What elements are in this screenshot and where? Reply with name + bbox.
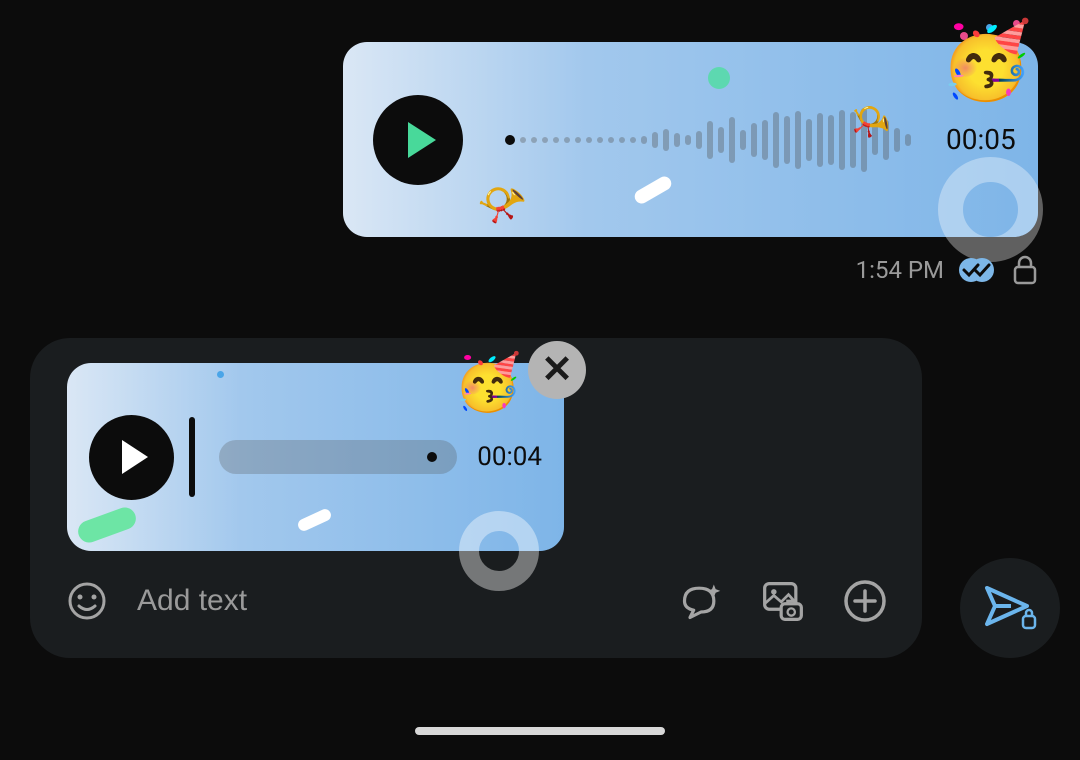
decoration-ring — [938, 157, 1043, 262]
emoji-picker-button[interactable] — [65, 579, 109, 623]
magic-reply-icon — [679, 579, 723, 623]
home-indicator[interactable] — [415, 727, 665, 735]
message-timestamp: 1:54 PM — [856, 256, 944, 284]
play-icon — [122, 440, 148, 474]
close-icon: ✕ — [541, 351, 573, 389]
lock-icon — [1012, 255, 1038, 285]
magic-reply-button[interactable] — [679, 579, 723, 623]
confetti-icon — [708, 67, 730, 89]
voice-attachment-preview: 00:04 🥳 ✕ — [67, 363, 564, 551]
read-receipt-icon — [958, 256, 998, 284]
sent-voice-message: 00:05 🥳 📯 📯 — [343, 42, 1038, 237]
preview-play-button[interactable] — [89, 415, 174, 500]
message-composer: 00:04 🥳 ✕ — [30, 338, 922, 658]
party-horn-icon: 📯 — [473, 174, 533, 232]
playhead-indicator — [505, 135, 515, 145]
party-emoji: 🥳 — [454, 351, 522, 415]
send-icon — [983, 584, 1037, 632]
add-button[interactable] — [843, 579, 887, 623]
gallery-icon — [761, 578, 805, 624]
message-metadata: 1:54 PM — [856, 255, 1038, 285]
message-text-input[interactable] — [127, 576, 661, 626]
party-emoji: 🥳 — [940, 17, 1033, 105]
gallery-button[interactable] — [761, 579, 805, 623]
play-button[interactable] — [373, 95, 463, 185]
decoration-pill — [632, 174, 674, 206]
progress-dot — [427, 452, 437, 462]
remove-attachment-button[interactable]: ✕ — [528, 341, 586, 399]
preview-duration: 00:04 — [477, 442, 542, 472]
preview-divider — [189, 417, 195, 497]
send-button[interactable] — [960, 558, 1060, 658]
preview-progress-track[interactable] — [219, 440, 457, 474]
message-duration: 00:05 — [946, 123, 1016, 156]
confetti-icon — [217, 371, 224, 378]
add-icon — [843, 579, 887, 623]
decoration-ring — [459, 511, 539, 591]
play-icon — [408, 122, 436, 158]
decoration-pill — [75, 504, 139, 545]
emoji-icon — [67, 581, 107, 621]
decoration-pill — [296, 507, 333, 533]
